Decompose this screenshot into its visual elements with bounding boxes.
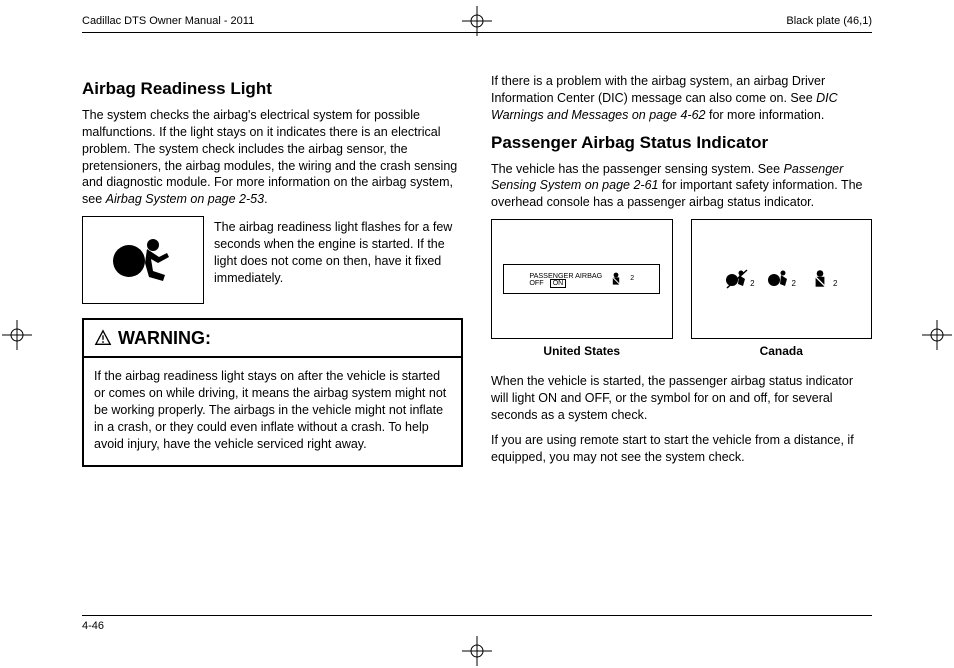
right-column: If there is a problem with the airbag sy… (491, 70, 872, 628)
manual-page: Cadillac DTS Owner Manual - 2011 Black p… (0, 0, 954, 668)
warning-label: WARNING: (118, 326, 211, 350)
warning-triangle-icon (94, 329, 112, 347)
warning-body: If the airbag readiness light stays on a… (84, 358, 461, 464)
airbag-readiness-desc: The system checks the airbag's electrica… (82, 107, 463, 208)
left-column: Airbag Readiness Light The system checks… (82, 70, 463, 628)
ca-indicator-display: 2 2 (725, 268, 837, 290)
content-columns: Airbag Readiness Light The system checks… (82, 70, 872, 628)
caption-ca: Canada (691, 343, 873, 359)
reg-mark-bottom (462, 636, 492, 666)
airbag-readiness-icon (82, 216, 204, 304)
header-plate: Black plate (46,1) (786, 14, 872, 29)
warning-box: WARNING: If the airbag readiness light s… (82, 318, 463, 467)
page-number: 4-46 (82, 619, 104, 634)
header-title: Cadillac DTS Owner Manual - 2011 (82, 14, 254, 29)
heading-passenger-airbag: Passenger Airbag Status Indicator (491, 132, 872, 155)
header-rule (82, 32, 872, 33)
passenger-airbag-desc: The vehicle has the passenger sensing sy… (491, 161, 872, 212)
footer-rule (82, 615, 872, 616)
caption-us: United States (491, 343, 673, 359)
warning-heading: WARNING: (84, 320, 461, 358)
reg-mark-right (922, 320, 952, 350)
figure-us-indicator: PASSENGER AIRBAG OFF ON 2 (491, 219, 673, 339)
reg-mark-left (2, 320, 32, 350)
airbag-on-icon (767, 268, 791, 290)
seatbelt-icon (808, 268, 832, 290)
remote-start-note: If you are using remote start to start t… (491, 432, 872, 466)
system-check-note: When the vehicle is started, the passeng… (491, 373, 872, 424)
airbag-icon-caption: The airbag readiness light flashes for a… (214, 219, 463, 287)
airbag-off-icon (725, 268, 749, 290)
indicator-figures: PASSENGER AIRBAG OFF ON 2 (491, 219, 872, 339)
airbag-icon-row: The airbag readiness light flashes for a… (82, 216, 463, 304)
xref-airbag-system: Airbag System on page 2-53 (106, 192, 264, 206)
heading-airbag-readiness: Airbag Readiness Light (82, 78, 463, 101)
figure-captions: United States Canada (491, 343, 872, 359)
seatbelt-icon (608, 271, 624, 287)
dic-note: If there is a problem with the airbag sy… (491, 73, 872, 124)
figure-ca-indicator: 2 2 (691, 219, 873, 339)
us-indicator-display: PASSENGER AIRBAG OFF ON 2 (503, 264, 660, 294)
